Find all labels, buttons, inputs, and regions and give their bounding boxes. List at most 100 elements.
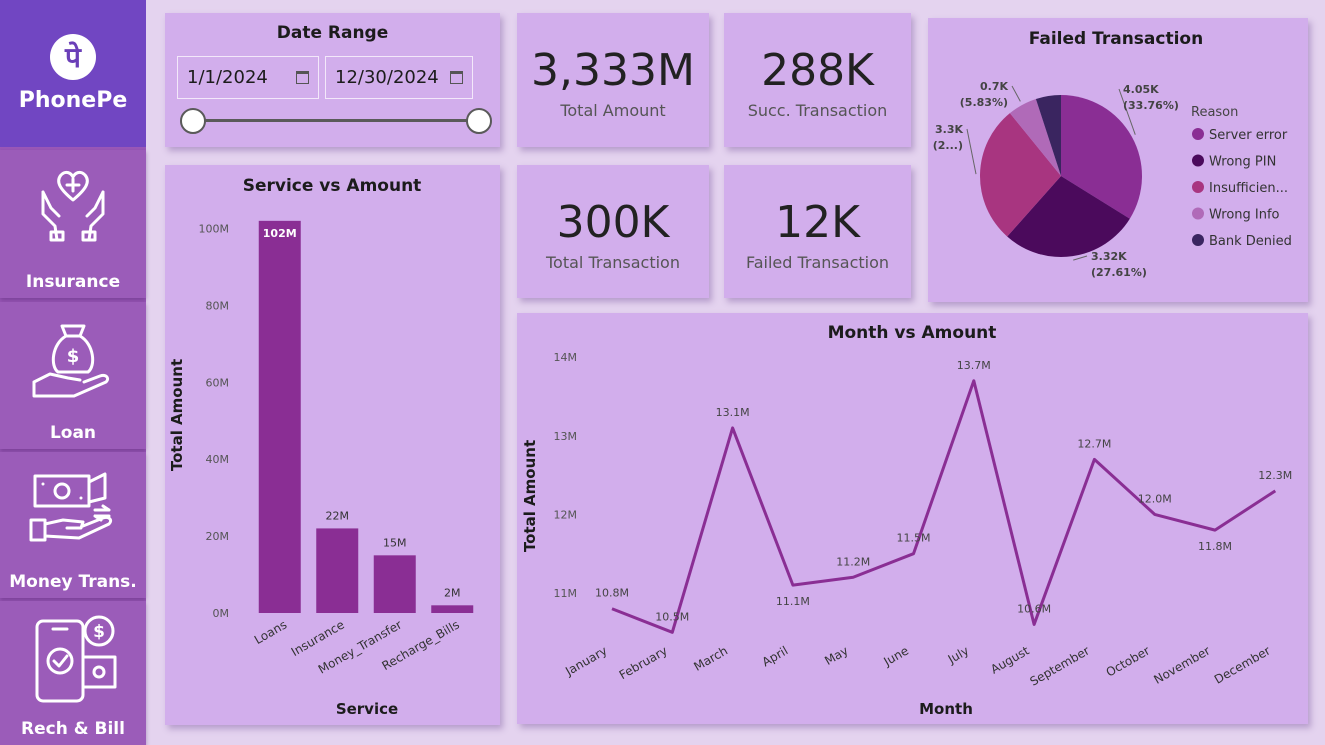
x-tick-label: March: [691, 643, 730, 673]
nav-item-loan[interactable]: $ Loan: [0, 302, 146, 449]
end-date-field[interactable]: 12/30/2024: [325, 56, 473, 99]
pie-data-pct: (33.76%): [1123, 99, 1179, 112]
x-tick-label: November: [1151, 643, 1212, 686]
legend-item: Bank Denied: [1209, 234, 1292, 249]
line-data-label: 13.7M: [957, 359, 991, 372]
x-tick-label: Loans: [252, 617, 289, 647]
x-axis-label: Service: [336, 700, 398, 718]
pie-data-pct: (5.83%): [960, 96, 1008, 109]
calendar-icon[interactable]: [296, 71, 309, 84]
line-data-label: 11.1M: [776, 595, 810, 608]
line-data-label: 10.6M: [1017, 602, 1051, 615]
line-series: [611, 379, 1277, 634]
legend-marker: [1192, 207, 1204, 220]
y-tick-label: 40M: [206, 453, 230, 466]
legend-item: Insufficien...: [1209, 181, 1288, 196]
pie-data-pct: (27.61%): [1091, 266, 1147, 279]
pie-data-label: 3.32K: [1091, 250, 1127, 263]
svg-text:$: $: [67, 346, 80, 367]
bar: [316, 528, 359, 613]
pie-leader-line: [1011, 85, 1021, 102]
line-data-label: 12.3M: [1258, 469, 1292, 482]
legend-marker: [1192, 128, 1204, 140]
x-tick-label: May: [822, 643, 850, 668]
line-data-label: 11.2M: [836, 555, 870, 568]
bar-data-label: 15M: [383, 536, 407, 549]
date-slider-start-handle[interactable]: [180, 108, 206, 134]
line-data-label: 10.5M: [655, 610, 689, 623]
y-tick-label: 14M: [554, 351, 578, 364]
x-tick-label: September: [1027, 643, 1091, 688]
legend-item: Server error: [1209, 128, 1288, 143]
y-axis-label: Total Amount: [168, 359, 186, 471]
phonepe-logo-icon: पे: [50, 34, 96, 80]
pie-data-label: 0.7K: [980, 80, 1008, 93]
bar-data-label: 2M: [444, 586, 461, 599]
kpi-value: 12K: [775, 197, 860, 248]
kpi-label: Failed Transaction: [745, 253, 890, 272]
brand-name: PhonePe: [18, 88, 128, 113]
svg-text:$: $: [93, 622, 105, 642]
pie-leader-line: [1073, 255, 1088, 261]
nav-label-money-transfer: Money Trans.: [9, 572, 137, 592]
date-slider-end-handle[interactable]: [466, 108, 492, 134]
date-range-title: Date Range: [276, 23, 389, 43]
y-tick-label: 11M: [554, 587, 578, 600]
kpi-card-total-amount: 3,333M Total Amount: [517, 13, 709, 147]
legend-item: Wrong PIN: [1209, 155, 1276, 170]
date-slider-track[interactable]: [195, 119, 482, 122]
line-data-label: 11.8M: [1198, 540, 1232, 553]
y-tick-label: 20M: [206, 530, 230, 543]
failed-transaction-card: Failed Transaction 4.05K (33.76%) 3.32K (27.…: [928, 18, 1308, 302]
insurance-heart-hands-icon: [41, 170, 105, 242]
brand-logo[interactable]: पे PhonePe: [0, 0, 146, 147]
start-date-field[interactable]: 1/1/2024: [177, 56, 319, 99]
date-range-card: Date Range 1/1/2024 12/30/2024: [165, 13, 500, 147]
x-tick-label: October: [1104, 643, 1153, 679]
nav-label-recharge-bill: Rech & Bill: [21, 719, 125, 739]
chart-title: Service vs Amount: [243, 176, 422, 196]
nav-item-recharge-bill[interactable]: $ Rech & Bill: [0, 601, 146, 745]
failed-transaction-pie-chart: Failed Transaction 4.05K (33.76%) 3.32K (27.…: [933, 29, 1292, 279]
line-data-label: 13.1M: [716, 406, 750, 419]
y-tick-label: 80M: [206, 299, 230, 312]
month-vs-amount-chart: Month vs Amount Month Total Amount 11M 12M 13…: [521, 323, 1292, 718]
bar-data-label: 22M: [326, 509, 350, 522]
y-tick-label: 13M: [554, 430, 578, 443]
kpi-card-total-transaction: 300K Total Transaction: [517, 165, 709, 298]
legend-marker: [1192, 154, 1204, 167]
kpi-card-failed-transaction: 12K Failed Transaction: [724, 165, 911, 298]
bar: [431, 605, 474, 613]
pie-leader-line: [966, 128, 977, 175]
kpi-label: Total Amount: [560, 101, 666, 120]
line-data-label: 10.8M: [595, 587, 629, 600]
bar: [373, 555, 416, 613]
legend-item: Wrong Info: [1209, 208, 1280, 223]
line-data-label: 12.0M: [1138, 492, 1172, 505]
x-tick-label: April: [760, 643, 791, 669]
kpi-value: 3,333M: [531, 45, 695, 96]
service-vs-amount-chart: Service vs Amount 0M 20M 40M 60M 80M 100M Total…: [168, 176, 474, 718]
kpi-label: Succ. Transaction: [747, 101, 888, 120]
start-date-value: 1/1/2024: [187, 67, 268, 88]
legend-title: Reason: [1191, 105, 1238, 120]
x-tick-label: December: [1212, 643, 1273, 686]
kpi-card-succ-transaction: 288K Succ. Transaction: [724, 13, 911, 147]
y-tick-label: 0M: [213, 607, 230, 620]
bar-data-label: 102M: [263, 227, 297, 240]
y-tick-label: 60M: [206, 376, 230, 389]
service-vs-amount-card: Service vs Amount 0M 20M 40M 60M 80M 100M Total…: [165, 165, 500, 725]
x-tick-label: February: [617, 643, 670, 682]
y-tick-label: 100M: [199, 223, 230, 236]
line-data-label: 11.5M: [897, 532, 931, 545]
nav-label-loan: Loan: [49, 423, 97, 443]
line-data-label: 12.7M: [1077, 437, 1111, 450]
nav-item-insurance[interactable]: Insurance: [0, 150, 146, 298]
pie-data-label: 3.3K: [935, 123, 963, 136]
kpi-value: 288K: [761, 45, 874, 96]
calendar-icon[interactable]: [450, 71, 463, 84]
nav-item-money-transfer[interactable]: Money Trans.: [0, 452, 146, 598]
month-vs-amount-card: Month vs Amount Month Total Amount 11M 12M 13…: [517, 313, 1308, 724]
recharge-bill-phone-icon: $: [35, 615, 117, 703]
legend-marker: [1192, 234, 1204, 246]
